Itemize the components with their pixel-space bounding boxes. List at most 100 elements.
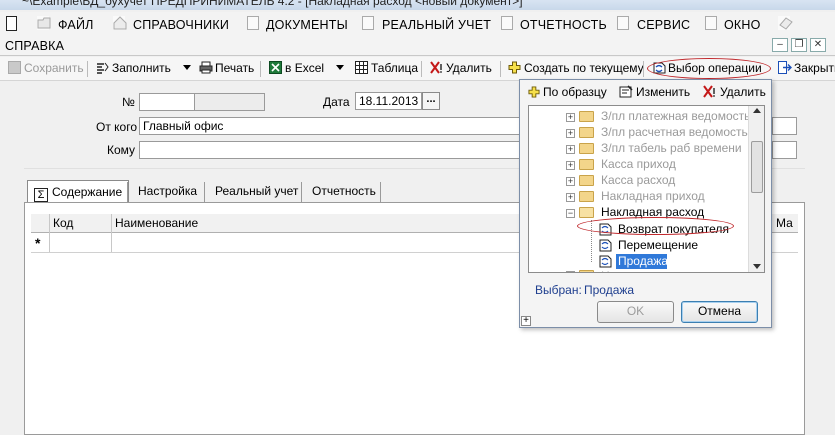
tree-collapser[interactable]: − bbox=[566, 209, 575, 218]
grid-col-ma[interactable]: Ма bbox=[772, 214, 798, 233]
folder-icon bbox=[579, 175, 594, 186]
documents-icon bbox=[247, 16, 259, 30]
new-document-icon[interactable] bbox=[6, 16, 17, 31]
save-icon bbox=[8, 61, 21, 74]
close-button[interactable]: Закрыть bbox=[778, 61, 835, 78]
plus-icon bbox=[508, 61, 521, 74]
popup-delete-button[interactable]: Удалить bbox=[703, 85, 766, 101]
service-icon bbox=[617, 16, 629, 30]
menu-real-accounting[interactable]: РЕАЛЬНЫЙ УЧЕТ bbox=[382, 18, 491, 36]
ok-button[interactable]: OK bbox=[597, 301, 674, 323]
folder-icon bbox=[579, 143, 594, 154]
tree-scrollbar[interactable] bbox=[748, 106, 764, 272]
select-operation-button[interactable]: Выбор операции bbox=[652, 61, 762, 78]
delete-button[interactable]: Удалить bbox=[430, 61, 492, 78]
export-excel-button[interactable]: в Excel bbox=[269, 61, 324, 78]
reports-icon bbox=[501, 16, 513, 30]
operation-doc-icon bbox=[599, 255, 612, 268]
from-label: От кого bbox=[96, 120, 138, 134]
tab-real-accounting[interactable]: Реальный учет bbox=[209, 180, 304, 202]
menu-bar-second-line bbox=[0, 36, 835, 56]
tree-expander[interactable]: + bbox=[566, 129, 575, 138]
menu-window[interactable]: ОКНО bbox=[724, 18, 761, 36]
menu-reports[interactable]: ОТЧЕТНОСТЬ bbox=[520, 18, 607, 36]
folder-icon bbox=[579, 111, 594, 122]
file-icon bbox=[37, 16, 51, 30]
date-input[interactable]: 18.11.2013 bbox=[355, 92, 422, 110]
tree-item-sale[interactable]: Продажа bbox=[616, 254, 668, 269]
operation-tree: + З/пл платежная ведомость + З/пл расчет… bbox=[528, 105, 765, 273]
menu-service[interactable]: СЕРВИС bbox=[637, 18, 690, 36]
date-label: Дата bbox=[323, 95, 350, 109]
restore-button[interactable]: ❐ bbox=[791, 38, 807, 52]
popup-edit-button[interactable]: Изменить bbox=[619, 85, 690, 101]
folder-icon bbox=[579, 270, 594, 272]
home-icon bbox=[113, 16, 127, 30]
folder-icon bbox=[579, 159, 594, 170]
edit-icon bbox=[619, 85, 633, 101]
operation-select-popup: По образцу Изменить Удалить + З/пл плате… bbox=[519, 79, 772, 328]
tree-expander[interactable]: + bbox=[566, 145, 575, 154]
fill-icon bbox=[96, 61, 109, 74]
fill-button[interactable]: Заполнить bbox=[96, 61, 171, 78]
to-label: Кому bbox=[107, 143, 136, 157]
scroll-up-arrow[interactable] bbox=[753, 108, 761, 113]
window-title: ~\Example\БД_бухучет ПРЕДПРИНИМАТЕЛЬ 4.2… bbox=[22, 0, 523, 8]
tree-expander[interactable]: + bbox=[566, 193, 575, 202]
tab-settings[interactable]: Настройка bbox=[132, 180, 203, 202]
number-suffix-input[interactable] bbox=[194, 93, 265, 111]
print-button[interactable]: Печать bbox=[199, 61, 254, 78]
table-icon bbox=[355, 61, 368, 74]
date-picker-button[interactable]: ... bbox=[422, 92, 440, 110]
tree-expander[interactable]: + bbox=[566, 271, 575, 272]
sigma-icon: Σ bbox=[34, 188, 48, 202]
tab-reports[interactable]: Отчетность bbox=[306, 180, 382, 202]
excel-icon bbox=[269, 61, 282, 74]
create-from-current-button[interactable]: Создать по текущему bbox=[508, 61, 644, 78]
grid-col-code[interactable]: Код bbox=[49, 214, 111, 233]
tree-expander[interactable]: + bbox=[566, 161, 575, 170]
from-input[interactable]: Главный офис bbox=[139, 117, 523, 135]
to-input[interactable] bbox=[139, 141, 523, 159]
menu-directories[interactable]: СПРАВОЧНИКИ bbox=[133, 18, 229, 36]
grid-col-name[interactable]: Наименование bbox=[111, 214, 520, 233]
help-book-icon bbox=[778, 16, 793, 30]
tree-expander[interactable]: + bbox=[566, 113, 575, 122]
excel-dropdown-arrow[interactable] bbox=[336, 65, 344, 70]
close-window-button[interactable]: ✕ bbox=[810, 38, 826, 52]
grid-new-row-marker: * bbox=[35, 235, 41, 251]
grid-row-header-cell bbox=[31, 214, 49, 233]
to-input-tail[interactable] bbox=[772, 141, 797, 159]
operation-doc-icon bbox=[599, 223, 612, 236]
cancel-button[interactable]: Отмена bbox=[681, 301, 758, 323]
fill-dropdown-arrow[interactable] bbox=[183, 65, 191, 70]
folder-icon bbox=[579, 191, 594, 202]
delete-x-icon bbox=[430, 61, 443, 74]
menu-help[interactable]: СПРАВКА bbox=[5, 39, 64, 57]
scroll-thumb[interactable] bbox=[751, 141, 763, 193]
selected-label: Выбран: bbox=[535, 283, 582, 297]
from-input-tail[interactable] bbox=[772, 117, 797, 135]
menu-file[interactable]: ФАЙЛ bbox=[58, 18, 94, 36]
operation-icon bbox=[652, 61, 666, 74]
popup-by-sample-button[interactable]: По образцу bbox=[528, 85, 607, 101]
window-icon bbox=[705, 16, 717, 30]
table-button[interactable]: Таблица bbox=[355, 61, 418, 78]
printer-icon bbox=[199, 61, 213, 74]
folder-open-icon bbox=[579, 207, 594, 218]
scroll-down-arrow[interactable] bbox=[753, 264, 761, 269]
tab-content[interactable]: Σ Содержание bbox=[27, 180, 130, 202]
delete-x-icon bbox=[703, 85, 717, 101]
exit-icon bbox=[778, 61, 792, 74]
number-input[interactable] bbox=[139, 93, 195, 111]
tree-expander[interactable]: + bbox=[566, 177, 575, 186]
minimize-button[interactable]: – bbox=[772, 38, 788, 52]
popup-expand-corner[interactable]: + bbox=[521, 316, 531, 326]
plus-icon bbox=[528, 86, 540, 101]
folder-icon bbox=[579, 127, 594, 138]
menu-documents[interactable]: ДОКУМЕНТЫ bbox=[266, 18, 348, 36]
selected-value: Продажа bbox=[584, 283, 635, 297]
save-button[interactable]: Сохранить bbox=[8, 61, 84, 78]
window-title-bar: ~\Example\БД_бухучет ПРЕДПРИНИМАТЕЛЬ 4.2… bbox=[0, 0, 835, 10]
number-label: № bbox=[122, 95, 135, 109]
